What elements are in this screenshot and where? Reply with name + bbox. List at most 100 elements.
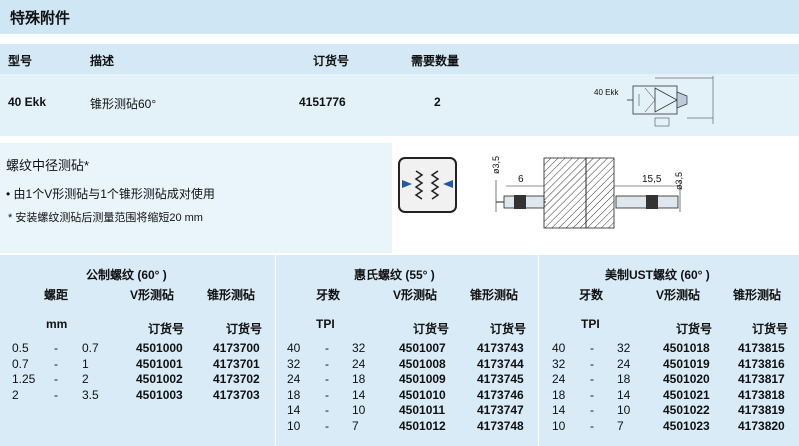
cone-anvil-drawing (627, 76, 714, 127)
col-header-v-anvil: V形测砧 (130, 288, 175, 302)
row-range-from: 32 (287, 356, 301, 371)
row-range-to: 32 (617, 341, 631, 355)
header-description: 描述 (90, 54, 115, 68)
row-range-dash: - (325, 403, 329, 417)
row-v-anvil-order-number: 4501003 (136, 387, 183, 402)
row-cone-anvil-order-number: 4173700 (213, 341, 260, 355)
row-range-to: 18 (352, 372, 366, 386)
row-v-anvil-order-number: 4501019 (663, 356, 710, 371)
col-header-v-anvil: V形测砧 (656, 288, 701, 302)
row-range-dash: - (590, 387, 594, 402)
col-header-range: 螺距 (44, 288, 69, 302)
row-v-anvil-order-number: 4501010 (399, 387, 446, 402)
row-v-anvil-order-number: 4501008 (399, 356, 446, 371)
row-v-anvil-order-number: 4501018 (663, 341, 710, 355)
row-range-from: 40 (287, 341, 301, 355)
thread-anvil-drawing (495, 157, 681, 229)
col-order-label-v: 订货号 (148, 322, 185, 336)
row-range-to: 24 (617, 356, 631, 371)
row-range-from: 10 (287, 418, 301, 433)
row-range-dash: - (54, 341, 58, 355)
row-range-dash: - (325, 356, 329, 371)
row-range-to: 10 (352, 403, 366, 417)
row-cone-anvil-order-number: 4173818 (738, 387, 785, 402)
row-range-to: 24 (352, 356, 366, 371)
drawing-label: 40 Ekk (594, 88, 619, 97)
row-cone-anvil-order-number: 4173744 (477, 356, 524, 371)
item-quantity: 2 (434, 95, 441, 109)
row-cone-anvil-order-number: 4173746 (477, 387, 524, 402)
row-range-to: 7 (617, 418, 624, 433)
row-cone-anvil-order-number: 4173747 (477, 403, 524, 417)
thread-anvil-note: * 安装螺纹测砧后测量范围将缩短20 mm (8, 212, 203, 224)
row-cone-anvil-order-number: 4173745 (477, 372, 524, 386)
row-range-from: 18 (552, 387, 566, 402)
row-range-to: 0.7 (82, 341, 99, 355)
row-v-anvil-order-number: 4501002 (136, 372, 183, 386)
row-cone-anvil-order-number: 4173701 (213, 356, 260, 371)
row-range-to: 18 (617, 372, 631, 386)
row-v-anvil-order-number: 4501000 (136, 341, 183, 355)
row-range-from: 14 (287, 403, 301, 417)
header-band (0, 44, 799, 74)
row-v-anvil-order-number: 4501011 (399, 403, 446, 417)
item-model: 40 Ekk (8, 95, 47, 109)
row-range-to: 7 (352, 418, 359, 433)
row-range-dash: - (590, 418, 594, 433)
row-range-dash: - (590, 341, 594, 355)
col-order-label-cone: 订货号 (490, 322, 527, 336)
group-title: 美制UST螺纹 (60° ) (605, 268, 710, 282)
thread-anvil-bullet: • 由1个V形测砧与1个锥形测砧成对使用 (6, 187, 215, 201)
row-range-to: 1 (82, 356, 89, 371)
header-quantity: 需要数量 (411, 54, 460, 68)
row-range-to: 14 (617, 387, 631, 402)
row-cone-anvil-order-number: 4173820 (738, 418, 785, 433)
dim-dia-right: ø3,5 (674, 171, 684, 190)
row-v-anvil-order-number: 4501021 (663, 387, 710, 402)
row-cone-anvil-order-number: 4173703 (213, 387, 260, 402)
thread-anvil-title: 螺纹中径测砧* (6, 158, 90, 173)
col-header-v-anvil: V形测砧 (393, 288, 438, 302)
row-v-anvil-order-number: 4501009 (399, 372, 446, 386)
row-cone-anvil-order-number: 4173815 (738, 341, 785, 355)
row-range-dash: - (590, 372, 594, 386)
row-range-dash: - (54, 356, 58, 371)
row-range-from: 0.7 (12, 356, 29, 371)
row-range-dash: - (590, 356, 594, 371)
row-v-anvil-order-number: 4501007 (399, 341, 446, 355)
row-range-to: 2 (82, 372, 89, 386)
row-cone-anvil-order-number: 4173702 (213, 372, 260, 386)
row-cone-anvil-order-number: 4173819 (738, 403, 785, 417)
group-title: 公制螺纹 (60° ) (86, 268, 167, 282)
col-unit: mm (46, 317, 68, 331)
row-range-from: 18 (287, 387, 301, 402)
row-cone-anvil-order-number: 4173743 (477, 341, 524, 355)
row-range-dash: - (325, 418, 329, 433)
col-header-range: 牙数 (316, 288, 341, 302)
row-v-anvil-order-number: 4501020 (663, 372, 710, 386)
row-range-from: 24 (552, 372, 566, 386)
thread-anvil-icon (398, 157, 457, 213)
row-range-from: 32 (552, 356, 566, 371)
col-header-cone-anvil: 锥形测砧 (207, 288, 256, 302)
divider-1 (275, 255, 276, 446)
col-unit: TPI (581, 317, 600, 331)
title-band (0, 0, 799, 34)
row-range-to: 14 (352, 387, 366, 402)
row-cone-anvil-order-number: 4173817 (738, 372, 785, 386)
row-range-to: 3.5 (82, 387, 99, 402)
row-range-to: 32 (352, 341, 366, 355)
row-range-dash: - (325, 387, 329, 402)
page-title: 特殊附件 (10, 10, 71, 27)
divider-2 (538, 255, 539, 446)
row-range-from: 1.25 (12, 372, 36, 386)
row-range-from: 40 (552, 341, 566, 355)
row-v-anvil-order-number: 4501022 (663, 403, 710, 417)
col-order-label-cone: 订货号 (752, 322, 789, 336)
col-header-cone-anvil: 锥形测砧 (733, 288, 782, 302)
item-order-number: 4151776 (299, 95, 346, 109)
dim-width-left: 6 (518, 174, 524, 185)
item-description: 锥形测砧60° (90, 97, 157, 111)
row-range-from: 24 (287, 372, 301, 386)
row-cone-anvil-order-number: 4173748 (477, 418, 524, 433)
